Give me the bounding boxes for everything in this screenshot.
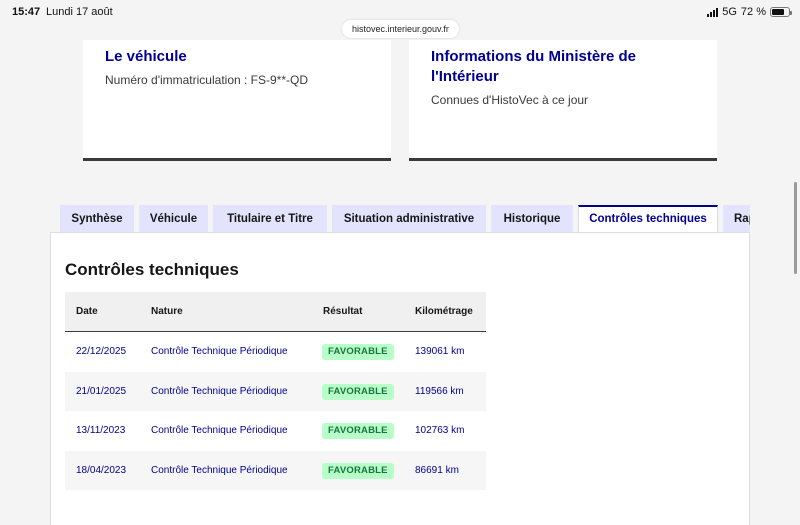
- ministry-card-description: Connues d'HistoVec à ce jour: [431, 93, 589, 107]
- status-date: Lundi 17 août: [46, 6, 113, 18]
- result-badge: FAVORABLE: [322, 344, 394, 360]
- tab-panel: Contrôles techniques Date Nature Résulta…: [50, 232, 750, 525]
- row-km: 102763 km: [415, 425, 465, 436]
- status-time: 15:47: [12, 6, 41, 18]
- table-row: 18/04/2023 Contrôle Technique Périodique…: [65, 450, 486, 490]
- vehicle-card-title[interactable]: Le véhicule: [105, 47, 187, 67]
- tab-rapport[interactable]: Rap: [723, 205, 750, 233]
- row-date: 13/11/2023: [76, 425, 126, 436]
- url-bar[interactable]: histovec.interieur.gouv.fr: [342, 20, 459, 38]
- row-km: 139061 km: [415, 346, 465, 357]
- tab-historique[interactable]: Historique: [491, 205, 573, 233]
- row-date: 22/12/2025: [76, 346, 127, 357]
- header-date: Date: [76, 306, 98, 317]
- row-nature: Contrôle Technique Périodique: [151, 425, 288, 436]
- page: 15:47 Lundi 17 août 5G 72 % histovec.int…: [0, 0, 800, 525]
- header-km: Kilométrage: [415, 306, 473, 317]
- header-nature: Nature: [151, 306, 183, 317]
- row-km: 119566 km: [415, 385, 464, 397]
- header-result: Résultat: [323, 306, 363, 317]
- tab-synthese[interactable]: Synthèse: [60, 205, 134, 233]
- row-km: 86691 km: [415, 464, 459, 476]
- controls-table: Date Nature Résultat Kilométrage 22/12/2…: [65, 292, 486, 490]
- result-badge: FAVORABLE: [322, 423, 394, 439]
- scrollbar[interactable]: [794, 182, 797, 274]
- result-badge: FAVORABLE: [322, 462, 394, 479]
- battery-label: 72 %: [740, 6, 766, 18]
- ministry-card[interactable]: Informations du Ministère de l'Intérieur…: [409, 40, 717, 161]
- tab-controles-techniques[interactable]: Contrôles techniques: [578, 205, 718, 233]
- row-date: 18/04/2023: [76, 464, 127, 476]
- network-label: 5G: [722, 6, 737, 18]
- panel-title: Contrôles techniques: [65, 260, 239, 279]
- table-row: 21/01/2025 Contrôle Technique Périodique…: [65, 371, 486, 411]
- table-row: 22/12/2025 Contrôle Technique Périodique…: [65, 332, 486, 372]
- result-badge: FAVORABLE: [322, 383, 394, 400]
- tab-vehicule[interactable]: Véhicule: [139, 205, 208, 233]
- ministry-card-title[interactable]: Informations du Ministère de l'Intérieur: [431, 47, 671, 87]
- signal-icon: [707, 7, 719, 17]
- table-header: Date Nature Résultat Kilométrage: [65, 292, 486, 332]
- tab-situation-administrative[interactable]: Situation administrative: [332, 205, 486, 233]
- battery-fill: [772, 9, 784, 15]
- vehicle-card[interactable]: Le véhicule Numéro d'immatriculation : F…: [83, 40, 391, 161]
- row-nature: Contrôle Technique Périodique: [151, 385, 288, 397]
- vehicle-card-description: Numéro d'immatriculation : FS-9**-QD: [105, 73, 309, 87]
- battery-icon: [770, 7, 792, 17]
- row-nature: Contrôle Technique Périodique: [151, 346, 288, 357]
- tab-titulaire[interactable]: Titulaire et Titre: [213, 205, 327, 233]
- tab-bar: Synthèse Véhicule Titulaire et Titre Sit…: [60, 205, 750, 233]
- row-date: 21/01/2025: [76, 385, 127, 397]
- table-row: 13/11/2023 Contrôle Technique Périodique…: [65, 411, 486, 451]
- status-right: 5G 72 %: [707, 6, 792, 18]
- row-nature: Contrôle Technique Périodique: [151, 464, 288, 476]
